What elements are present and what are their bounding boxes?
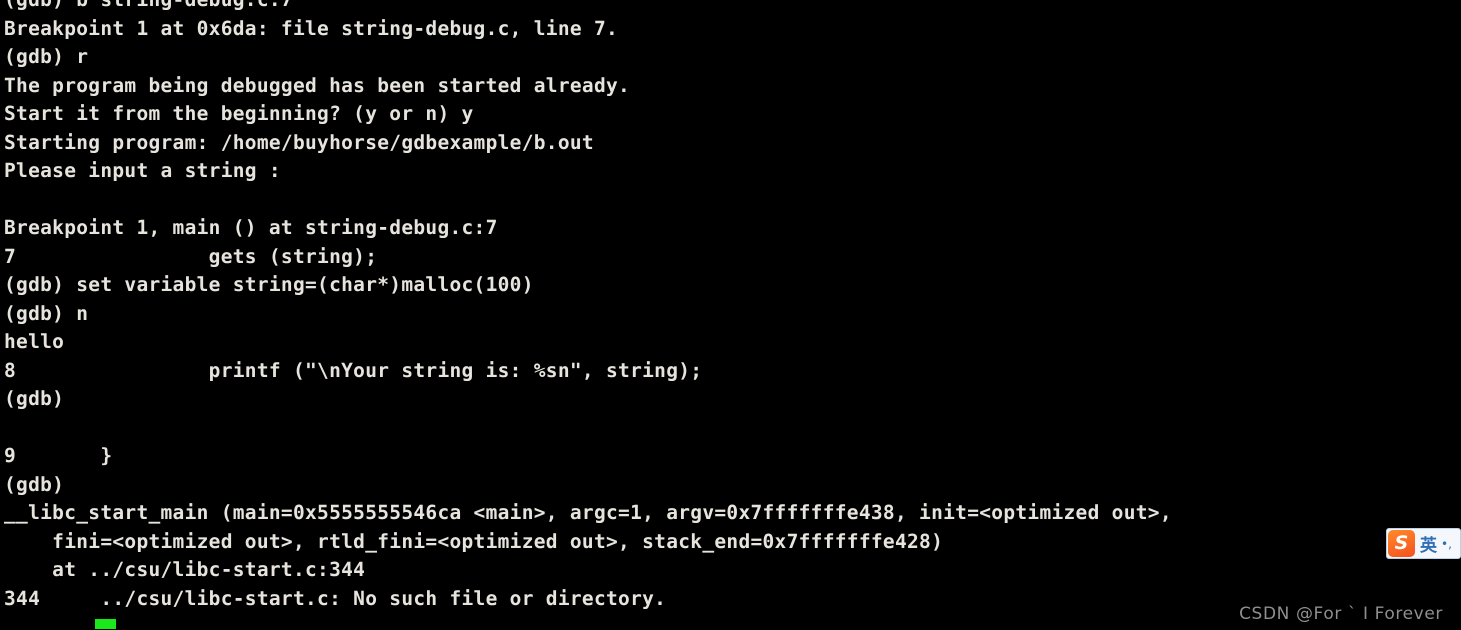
terminal-output: (gdb) b string-debug.c:7 Breakpoint 1 at…	[0, 0, 1461, 613]
terminal-line: (gdb) n	[4, 301, 89, 325]
terminal-line: Starting program: /home/buyhorse/gdbexam…	[4, 130, 594, 154]
terminal-line: (gdb) b string-debug.c:7	[0, 0, 1461, 15]
terminal-line: 7 gets (string);	[4, 244, 378, 268]
terminal-line: Breakpoint 1, main () at string-debug.c:…	[4, 216, 498, 239]
terminal-line: (gdb) r	[4, 45, 89, 68]
ime-mode-label[interactable]: 英	[1420, 531, 1437, 556]
terminal-cursor	[95, 619, 116, 629]
terminal-line: Start it from the beginning? (y or n) y	[4, 102, 474, 125]
terminal-line: hello	[4, 330, 65, 353]
terminal-line: 8 printf ("\nYour string is: %sn", strin…	[4, 358, 703, 382]
terminal-line: The program being debugged has been star…	[4, 73, 631, 97]
terminal-window[interactable]: (gdb) b string-debug.c:7 Breakpoint 1 at…	[0, 0, 1461, 630]
terminal-line: Please input a string :	[4, 159, 281, 182]
sogou-ime-toolbar[interactable]: S 英 •,	[1386, 528, 1461, 559]
terminal-line: Breakpoint 1 at 0x6da: file string-debug…	[4, 16, 619, 40]
terminal-line: (gdb)	[4, 387, 77, 410]
ime-punctuation-icon[interactable]: •,	[1441, 537, 1452, 551]
terminal-line: (gdb) set variable string=(char*)malloc(…	[4, 273, 534, 296]
csdn-watermark: CSDN @For ` I Forever	[1239, 604, 1443, 624]
terminal-line: (gdb)	[4, 472, 77, 496]
terminal-line: 9 }	[4, 444, 113, 467]
sogou-logo-icon[interactable]: S	[1388, 530, 1415, 557]
terminal-line: at ../csu/libc-start.c:344	[4, 558, 366, 581]
terminal-line: __libc_start_main (main=0x5555555546ca <…	[4, 501, 1172, 524]
terminal-line: fini=<optimized out>, rtld_fini=<optimiz…	[4, 529, 944, 553]
